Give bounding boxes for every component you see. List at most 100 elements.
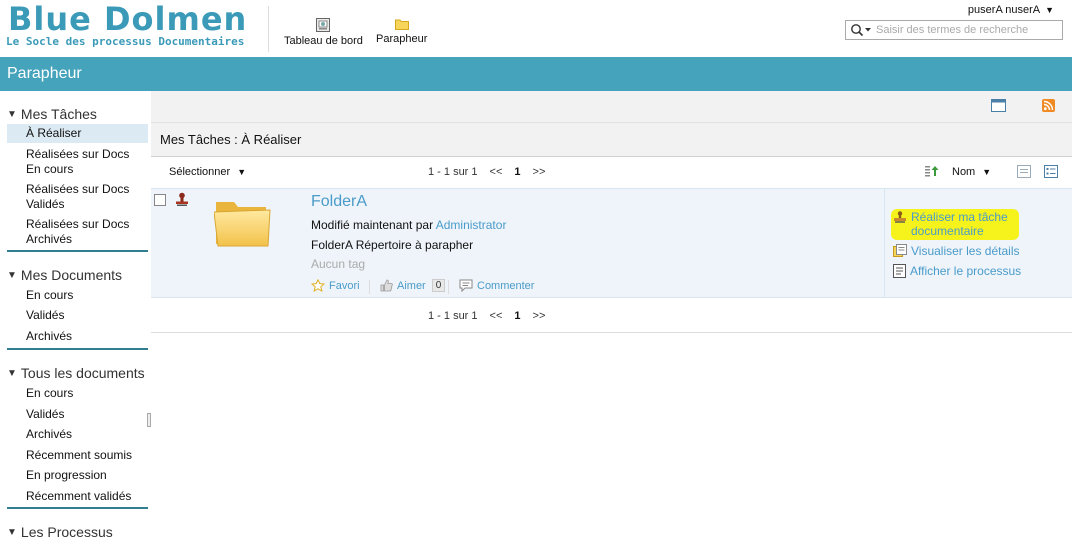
action-divider [369,280,370,294]
favorite-button[interactable]: Favori [311,279,360,292]
nav-label: Parapheur [376,33,428,45]
realiser-tache-action[interactable]: Réaliser ma tâche documentaire [893,210,1021,238]
sidebar-section-mes-taches: ▼ Mes Tâches [7,106,148,122]
author-link[interactable]: Administrator [436,218,507,232]
toolbar-divider [151,156,1072,157]
details-icon [893,244,907,257]
pager-range: 1 - 1 sur 1 [428,310,478,322]
breadcrumb: Mes Tâches : À Réaliser [160,132,302,147]
sidebar-item-a-realiser[interactable]: À Réaliser [7,124,148,143]
sidebar-item-recemment-soumis[interactable]: Récemment soumis [7,448,132,463]
logo-title: Blue Dolmen [8,0,248,38]
comment-label: Commenter [477,279,535,292]
logo-subtitle: Le Socle des processus Documentaires [6,35,245,48]
search-input[interactable] [876,24,1056,36]
sidebar-item-en-progression[interactable]: En progression [7,468,107,483]
sidebar-item-recemment-valides[interactable]: Récemment validés [7,489,131,504]
sidebar-section-title: Mes Tâches [20,106,97,122]
star-icon [311,279,325,292]
comment-button[interactable]: Commenter [459,279,534,292]
select-dropdown[interactable]: Sélectionner ▼ [169,166,246,178]
pager-next[interactable]: >> [533,310,546,322]
modified-prefix: Modifié maintenant par [311,218,434,232]
nav-tableau-de-bord[interactable]: Tableau de bord [284,18,363,47]
document-title[interactable]: FolderA [311,193,367,211]
afficher-processus-action[interactable]: Afficher le processus [893,264,1021,278]
document-description: FolderA Répertoire à parapher [311,238,474,252]
sidebar-section-les-processus: ▼ Les Processus [7,524,148,540]
sidebar-item-en-cours[interactable]: En cours [7,288,73,303]
select-label: Sélectionner [169,166,231,178]
nav-label: Tableau de bord [284,35,363,47]
collapse-triangle-icon: ▼ [7,108,17,120]
pager-prev[interactable]: << [490,310,503,322]
nav-parapheur[interactable]: Parapheur [376,18,427,45]
sidebar-item-realisees-archives[interactable]: Réalisées sur Docs Archivés [7,217,147,247]
chevron-down-icon: ▼ [982,167,992,177]
sidebar-item-archives[interactable]: Archivés [7,329,72,344]
comment-icon [459,279,473,292]
afficher-processus-label: Afficher le processus [910,264,1022,278]
sidebar-item-valides[interactable]: Validés [7,407,64,422]
row-divider [884,188,885,298]
header-divider [268,6,269,52]
sidebar-divider [7,250,148,252]
document-tags: Aucun tag [311,257,366,271]
pager-next[interactable]: >> [533,166,546,178]
collapse-triangle-icon: ▼ [7,269,17,281]
stamp-icon [176,192,188,206]
sidebar-section-header[interactable]: ▼ Les Processus [7,524,148,540]
sidebar-section-header[interactable]: ▼ Mes Documents [7,267,148,283]
pager-prev[interactable]: << [490,166,503,178]
task-stamp-icon [894,211,906,223]
page-banner [0,57,1072,91]
sort-label: Nom [952,166,976,178]
sort-order-icon[interactable] [924,165,940,177]
sidebar-section-header[interactable]: ▼ Mes Tâches [7,106,148,122]
sidebar-section-mes-documents: ▼ Mes Documents [7,267,148,283]
dashboard-icon [316,18,331,32]
chevron-down-icon: ▼ [237,167,247,177]
favorite-label: Favori [329,279,360,292]
folder-icon [394,19,409,30]
chevron-down-icon: ▼ [1045,5,1054,15]
user-menu[interactable]: puserA nuserA ▼ [968,4,1054,16]
document-row [151,188,1072,298]
sidebar-divider [7,348,148,350]
sidebar-item-en-cours[interactable]: En cours [7,386,73,401]
visualiser-details-action[interactable]: Visualiser les détails [893,244,1020,258]
document-modified: Modifié maintenant par Administrator [311,218,506,232]
pager-divider [151,332,1072,333]
sidebar-section-title: Tous les documents [20,365,145,381]
visualiser-details-label: Visualiser les détails [911,244,1020,258]
sidebar-section-title: Mes Documents [20,267,123,283]
sidebar-item-valides[interactable]: Validés [7,308,64,323]
sidebar-item-archives[interactable]: Archivés [7,427,72,442]
row-checkbox[interactable] [154,194,166,206]
pager-bottom: 1 - 1 sur 1 << 1 >> [428,310,545,322]
sidebar-section-tous-les-documents: ▼ Tous les documents [7,365,148,381]
list-view-icon[interactable] [1017,165,1031,178]
content-header [151,91,1072,157]
pager-current[interactable]: 1 [514,310,520,322]
sidebar-item-realisees-valides[interactable]: Réalisées sur Docs Validés [7,182,147,212]
pager-current[interactable]: 1 [514,166,520,178]
sidebar-section-header[interactable]: ▼ Tous les documents [7,365,148,381]
search-icon[interactable] [846,21,876,39]
folder-icon [214,202,271,247]
detail-view-icon[interactable] [1044,165,1058,178]
like-button[interactable]: Aimer 0 [380,279,446,292]
like-count: 0 [431,279,446,292]
sidebar-item-realisees-en-cours[interactable]: Réalisées sur Docs En cours [7,147,147,177]
sidebar-section-title: Les Processus [20,524,113,540]
search-box[interactable] [845,20,1063,40]
window-icon[interactable] [991,99,1006,112]
like-label: Aimer [397,279,426,292]
rss-icon[interactable] [1042,99,1055,112]
sort-dropdown[interactable]: Nom ▼ [952,166,991,178]
realiser-tache-label: Réaliser ma tâche documentaire [911,210,1008,238]
sidebar-divider [7,507,148,509]
user-name: puserA nuserA [967,4,1041,16]
sidebar-resize-handle[interactable] [147,413,151,427]
header-divider [151,122,1072,123]
